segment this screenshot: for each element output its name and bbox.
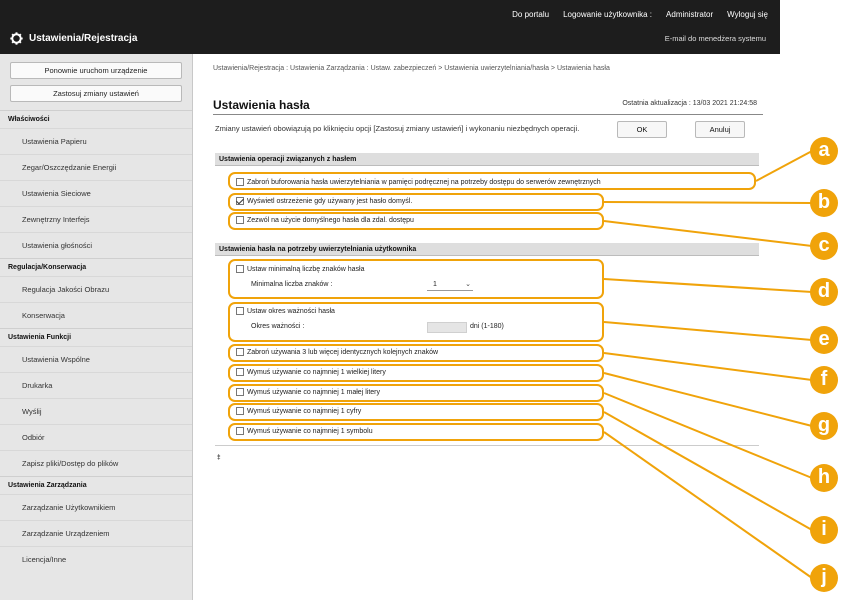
sidebar-section-properties: Właściwości — [0, 110, 192, 128]
callout-frame-i — [228, 403, 604, 421]
callout-badge-h: h — [810, 464, 838, 492]
login-user-label: Logowanie użytkownika : — [563, 10, 653, 19]
callout-frame-d — [228, 259, 604, 299]
sidebar-item-device-management[interactable]: Zarządzanie Urządzeniem — [0, 520, 192, 546]
callout-badge-i: i — [810, 516, 838, 544]
section-password-auth: Ustawienia hasła na potrzeby uwierzyteln… — [215, 243, 759, 256]
callout-badge-d: d — [810, 278, 838, 306]
admin-email-link[interactable]: E-mail do menedżera systemu — [665, 34, 766, 43]
callout-badge-g: g — [810, 412, 838, 440]
section-password-operations: Ustawienia operacji związanych z hasłem — [215, 153, 759, 166]
sidebar-item-clock-energy[interactable]: Zegar/Oszczędzanie Energii — [0, 154, 192, 180]
callout-badge-e: e — [810, 326, 838, 354]
sidebar-section-maintenance: Regulacja/Konserwacja — [0, 258, 192, 276]
sidebar-item-volume[interactable]: Ustawienia głośności — [0, 232, 192, 258]
user-name: Administrator — [666, 10, 714, 19]
callout-frame-c — [228, 212, 604, 230]
sidebar-item-send[interactable]: Wyślij — [0, 398, 192, 424]
callout-frame-j — [228, 423, 604, 441]
callout-frame-f — [228, 344, 604, 362]
callout-frame-e — [228, 302, 604, 342]
callout-badge-f: f — [810, 366, 838, 394]
callout-frame-a — [228, 172, 756, 190]
last-update-timestamp: Ostatnia aktualizacja : 13/03 2021 21:24… — [622, 100, 757, 107]
sidebar-section-functions: Ustawienia Funkcji — [0, 328, 192, 346]
apply-changes-button[interactable]: Zastosuj zmiany ustawień — [10, 85, 182, 102]
gear-icon — [10, 32, 23, 45]
callout-frame-h — [228, 384, 604, 402]
sidebar-item-image-quality[interactable]: Regulacja Jakości Obrazu — [0, 276, 192, 302]
page-title: Ustawienia hasła — [213, 98, 310, 112]
page-description: Zmiany ustawień obowiązują po kliknięciu… — [215, 124, 580, 133]
sidebar-item-common[interactable]: Ustawienia Wspólne — [0, 346, 192, 372]
logout-link[interactable]: Wyloguj się — [727, 10, 768, 19]
sidebar-item-store-files[interactable]: Zapisz pliki/Dostęp do plików — [0, 450, 192, 476]
header-bar: Do portalu Logowanie użytkownika : Admin… — [0, 0, 780, 54]
title-divider — [213, 114, 763, 115]
callout-badge-b: b — [810, 189, 838, 217]
sidebar-item-printer[interactable]: Drukarka — [0, 372, 192, 398]
ok-button[interactable]: OK — [617, 121, 667, 138]
callout-badge-j: j — [810, 564, 838, 592]
back-to-top-icon[interactable]: ⯒ — [217, 452, 221, 466]
callout-frame-g — [228, 364, 604, 382]
sidebar-item-user-management[interactable]: Zarządzanie Użytkownikiem — [0, 494, 192, 520]
sidebar: Ponownie uruchom urządzenie Zastosuj zmi… — [0, 54, 193, 600]
sidebar-section-management: Ustawienia Zarządzania — [0, 476, 192, 494]
sidebar-item-external-interface[interactable]: Zewnętrzny Interfejs — [0, 206, 192, 232]
callout-frame-b — [228, 193, 604, 211]
portal-link[interactable]: Do portalu — [512, 10, 549, 19]
sidebar-item-receive[interactable]: Odbiór — [0, 424, 192, 450]
app-brand: Ustawienia/Rejestracja — [10, 32, 137, 45]
sidebar-item-maintenance[interactable]: Konserwacja — [0, 302, 192, 328]
breadcrumb: Ustawienia/Rejestracja : Ustawienia Zarz… — [213, 65, 610, 72]
sidebar-item-license[interactable]: Licencja/Inne — [0, 546, 192, 572]
sidebar-item-paper[interactable]: Ustawienia Papieru — [0, 128, 192, 154]
app-title: Ustawienia/Rejestracja — [29, 33, 138, 44]
content-bottom-divider — [215, 445, 759, 446]
callout-badge-c: c — [810, 232, 838, 260]
header-links: Do portalu Logowanie użytkownika : Admin… — [512, 10, 768, 19]
cancel-button[interactable]: Anuluj — [695, 121, 745, 138]
restart-device-button[interactable]: Ponownie uruchom urządzenie — [10, 62, 182, 79]
sidebar-item-network[interactable]: Ustawienia Sieciowe — [0, 180, 192, 206]
callout-badge-a: a — [810, 137, 838, 165]
